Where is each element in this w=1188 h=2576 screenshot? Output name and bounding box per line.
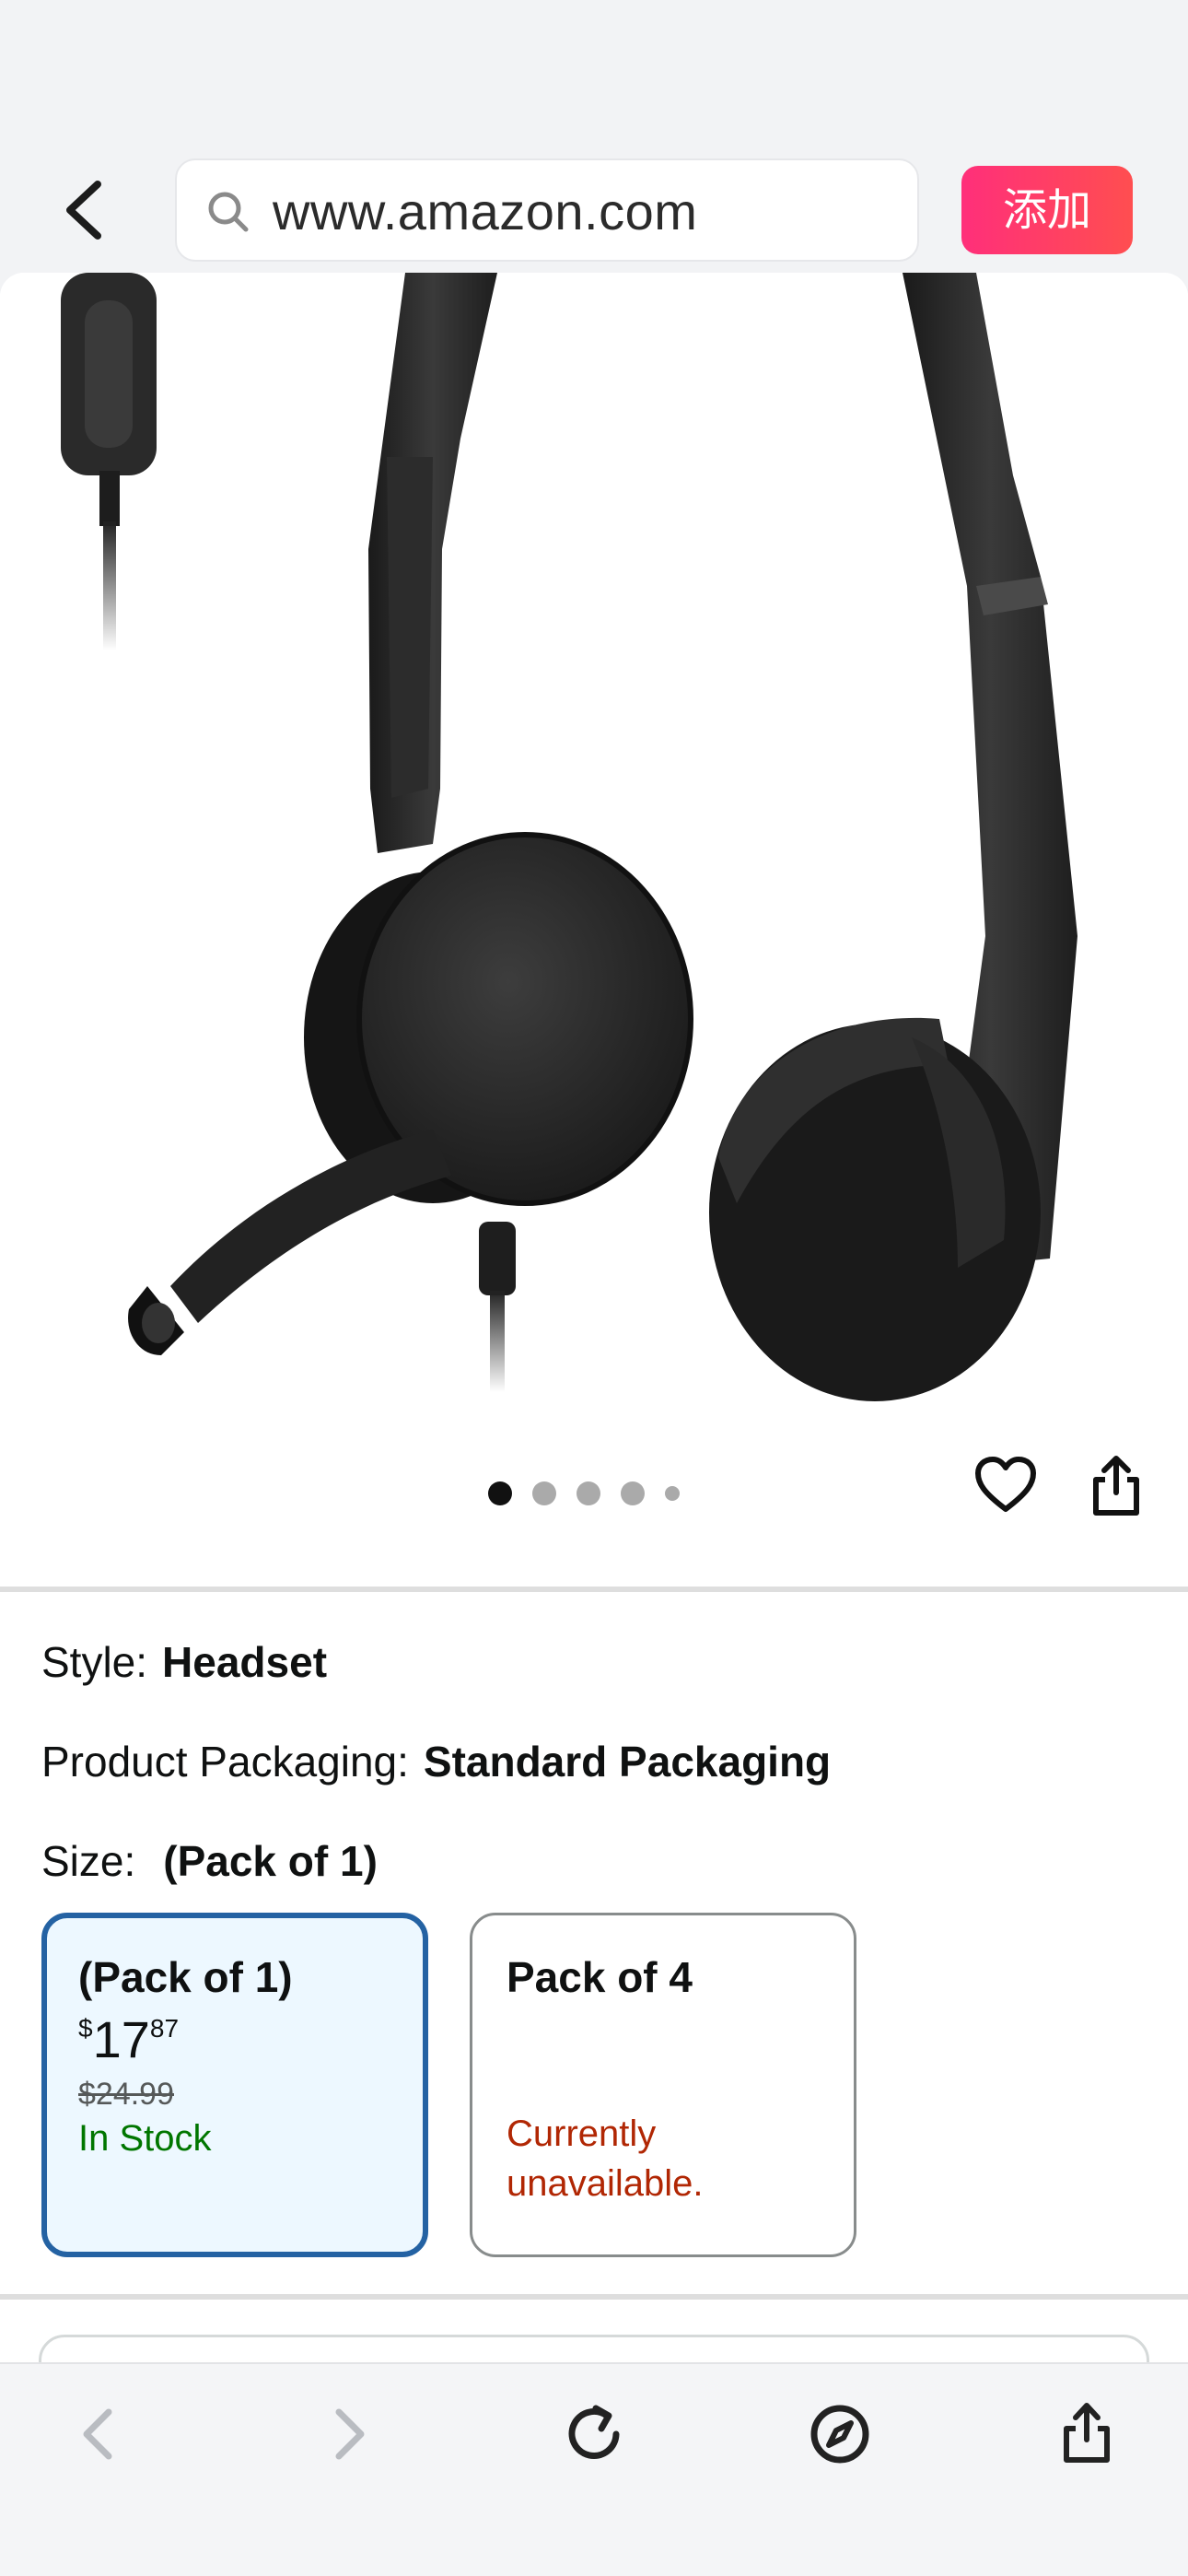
availability-status: In Stock bbox=[78, 2118, 212, 2159]
back-icon bbox=[83, 2408, 112, 2460]
share-icon[interactable] bbox=[1089, 1454, 1144, 1518]
back-button[interactable] bbox=[55, 175, 116, 245]
price: $1787 bbox=[78, 2012, 391, 2067]
style-label: Style: bbox=[41, 1638, 148, 1686]
section-divider bbox=[0, 1587, 1188, 1592]
compass-icon bbox=[810, 2405, 869, 2464]
size-label: Size: bbox=[41, 1837, 136, 1885]
price-currency: $ bbox=[78, 2014, 93, 2043]
price-whole: 17 bbox=[92, 2010, 150, 2068]
price-fraction: 87 bbox=[149, 2014, 180, 2043]
reload-button[interactable] bbox=[555, 2395, 633, 2473]
size-row: Size: (Pack of 1) bbox=[41, 1835, 378, 1887]
compass-button[interactable] bbox=[801, 2395, 879, 2473]
browser-forward-button[interactable] bbox=[309, 2395, 387, 2473]
packaging-value: Standard Packaging bbox=[423, 1738, 832, 1786]
style-row: Style: Headset bbox=[41, 1636, 327, 1688]
url-text: www.amazon.com bbox=[273, 182, 698, 240]
size-option-pack-of-4[interactable]: Pack of 4 Currently unavailable. bbox=[470, 1913, 856, 2257]
product-page: Style: Headset Product Packaging: Standard… bbox=[0, 273, 1188, 2362]
carousel-dot[interactable] bbox=[621, 1481, 645, 1505]
browser-top-bar: www.amazon.com 添加 bbox=[0, 0, 1188, 273]
forward-icon bbox=[335, 2408, 365, 2460]
browser-toolbar bbox=[0, 2362, 1188, 2576]
browser-back-button[interactable] bbox=[61, 2395, 138, 2473]
style-value: Headset bbox=[162, 1638, 328, 1686]
carousel-dot[interactable] bbox=[532, 1481, 556, 1505]
image-carousel-indicator[interactable] bbox=[488, 1480, 680, 1507]
headset-product-image[interactable] bbox=[0, 273, 1188, 1443]
search-icon bbox=[208, 192, 249, 232]
size-option-title: (Pack of 1) bbox=[78, 1953, 293, 2001]
packaging-row: Product Packaging: Standard Packaging bbox=[41, 1736, 831, 1787]
toolbar-share-button[interactable] bbox=[1048, 2395, 1125, 2473]
size-option-title: Pack of 4 bbox=[507, 1953, 693, 2001]
availability-status: Currently unavailable. bbox=[507, 2113, 704, 2204]
heart-icon[interactable] bbox=[974, 1456, 1037, 1515]
list-price: $24.99 bbox=[78, 2077, 174, 2112]
buy-box-card bbox=[39, 2335, 1149, 2362]
share-icon bbox=[1064, 2403, 1110, 2463]
packaging-label: Product Packaging: bbox=[41, 1738, 409, 1786]
reload-icon bbox=[568, 2405, 620, 2459]
chevron-left-icon bbox=[66, 181, 101, 240]
size-option-pack-of-1[interactable]: (Pack of 1) $1787 $24.99 In Stock bbox=[41, 1913, 428, 2257]
section-divider bbox=[0, 2294, 1188, 2300]
carousel-dot[interactable] bbox=[577, 1481, 600, 1505]
carousel-dot[interactable] bbox=[665, 1486, 680, 1501]
carousel-dot[interactable] bbox=[488, 1481, 512, 1505]
add-button[interactable]: 添加 bbox=[961, 166, 1133, 254]
size-value: (Pack of 1) bbox=[163, 1837, 378, 1885]
address-bar[interactable]: www.amazon.com bbox=[175, 158, 919, 262]
